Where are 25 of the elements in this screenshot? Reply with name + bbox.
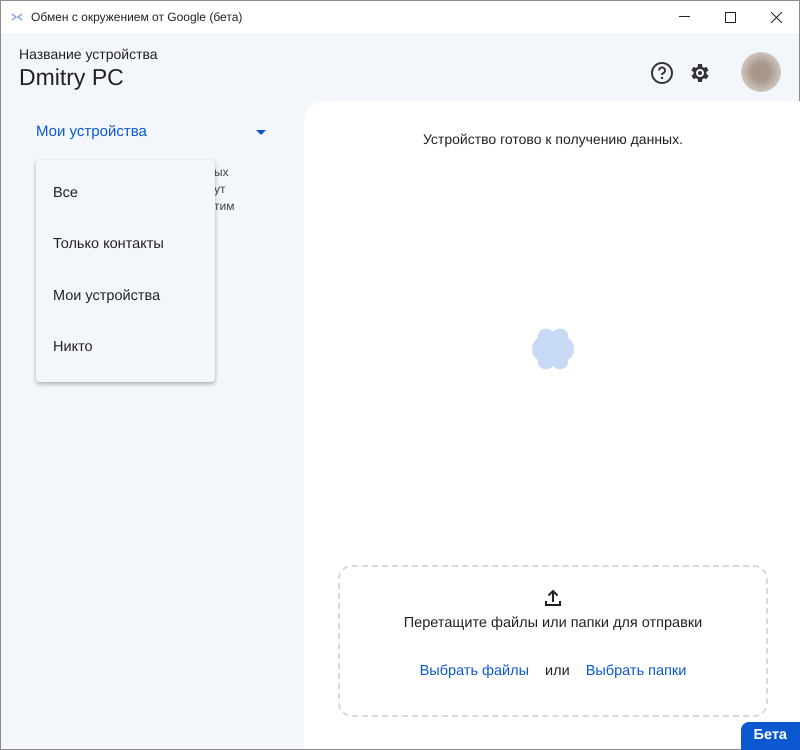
loading-shape-icon [530,326,576,372]
choose-files-link[interactable]: Выбрать файлы [420,660,530,682]
window-title: Обмен с окружением от Google (бета) [31,9,242,26]
menu-item[interactable]: Только контакты [36,220,215,271]
maximize-icon [724,12,736,22]
minimize-icon [678,16,690,18]
drop-prompt: Перетащите файлы или папки для отправки [404,614,702,633]
drop-zone[interactable]: Перетащите файлы или папки для отправки Выбрать файлы или Выбрать папки [338,565,768,717]
beta-badge: Бета [740,722,800,750]
choose-folders-link[interactable]: Выбрать папки [586,660,686,682]
menu-item[interactable]: Мои устройства [36,271,215,322]
avatar[interactable] [741,52,781,92]
menu-item[interactable]: Никто [36,322,215,374]
dropdown-caret-icon [256,130,266,135]
visibility-dropdown[interactable]: Мои устройства [36,121,266,144]
status-text: Устройство готово к получению данных. [422,130,684,149]
description-fragment: тим [214,198,236,214]
or-text: или [545,662,570,681]
menu-item[interactable]: Все [36,168,215,220]
close-icon [770,12,782,22]
device-name: Dmitry PC [19,65,125,90]
upload-icon [544,589,562,607]
description-fragment: ых [214,164,230,180]
app-icon [11,12,23,22]
device-name-label: Название устройства [19,45,158,64]
